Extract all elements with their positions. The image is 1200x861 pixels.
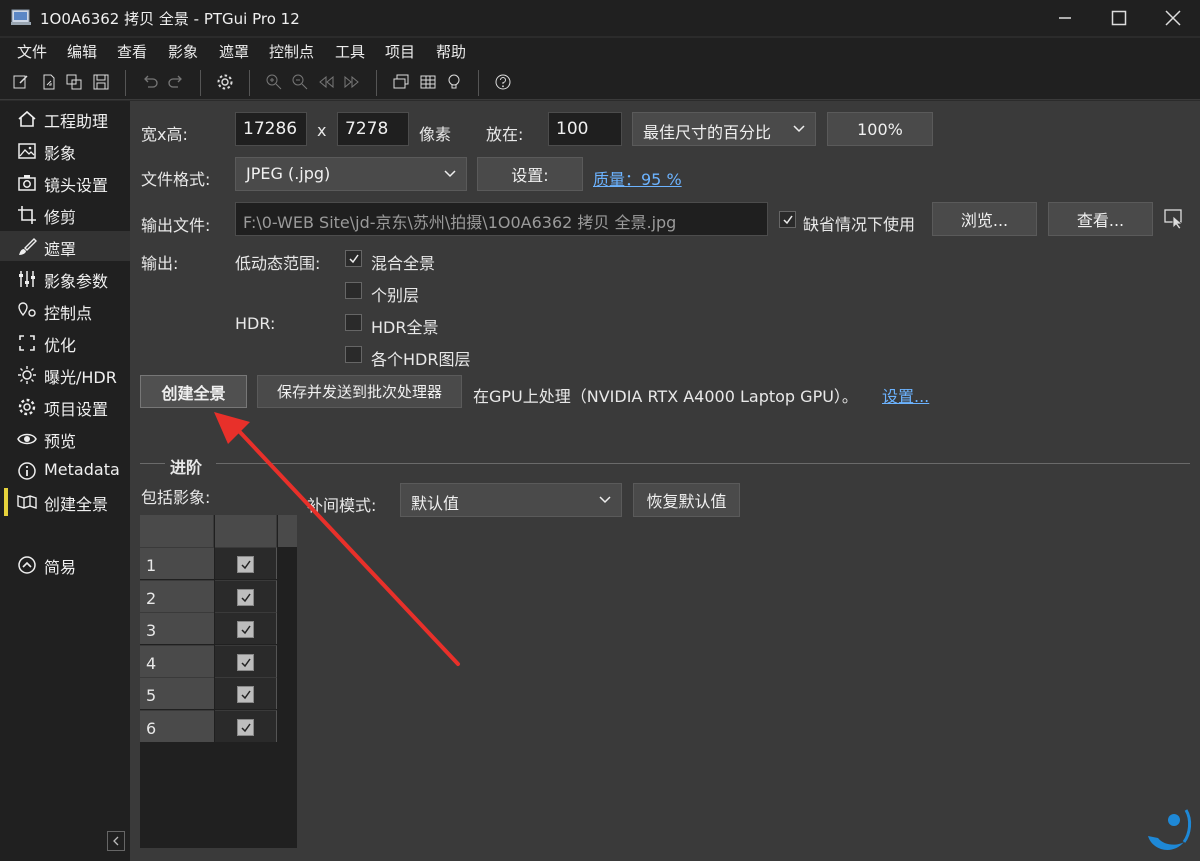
- watermark-logo-icon: [1148, 809, 1192, 850]
- annotation-arrow: [214, 412, 460, 666]
